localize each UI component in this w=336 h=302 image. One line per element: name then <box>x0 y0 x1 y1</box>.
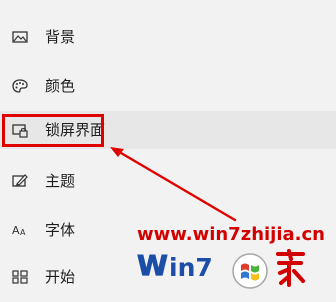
theme-brush-icon <box>11 172 29 190</box>
svg-text:W: W <box>137 249 168 282</box>
start-grid-icon <box>11 268 29 286</box>
font-icon: A A <box>11 221 29 239</box>
palette-icon <box>11 77 29 95</box>
svg-text:A: A <box>20 228 26 237</box>
nav-item-label: 字体 <box>45 221 76 239</box>
watermark-logo: W in7 <box>137 249 305 289</box>
lock-screen-icon <box>11 121 29 139</box>
nav-item-label: 开始 <box>45 268 76 286</box>
svg-text:A: A <box>12 224 20 237</box>
nav-item-label: 锁屏界面 <box>45 121 106 139</box>
nav-item-themes[interactable]: 主题 <box>0 162 336 200</box>
nav-item-label: 主题 <box>45 172 76 190</box>
nav-item-lock-screen[interactable]: 锁屏界面 <box>0 111 336 149</box>
nav-item-background[interactable]: 背景 <box>0 18 336 56</box>
image-icon <box>11 28 29 46</box>
svg-text:in7: in7 <box>169 253 213 282</box>
nav-item-label: 颜色 <box>45 77 76 95</box>
nav-item-label: 背景 <box>45 28 76 46</box>
nav-item-colors[interactable]: 颜色 <box>0 67 336 105</box>
watermark-url: www.win7zhijia.cn <box>137 224 325 245</box>
